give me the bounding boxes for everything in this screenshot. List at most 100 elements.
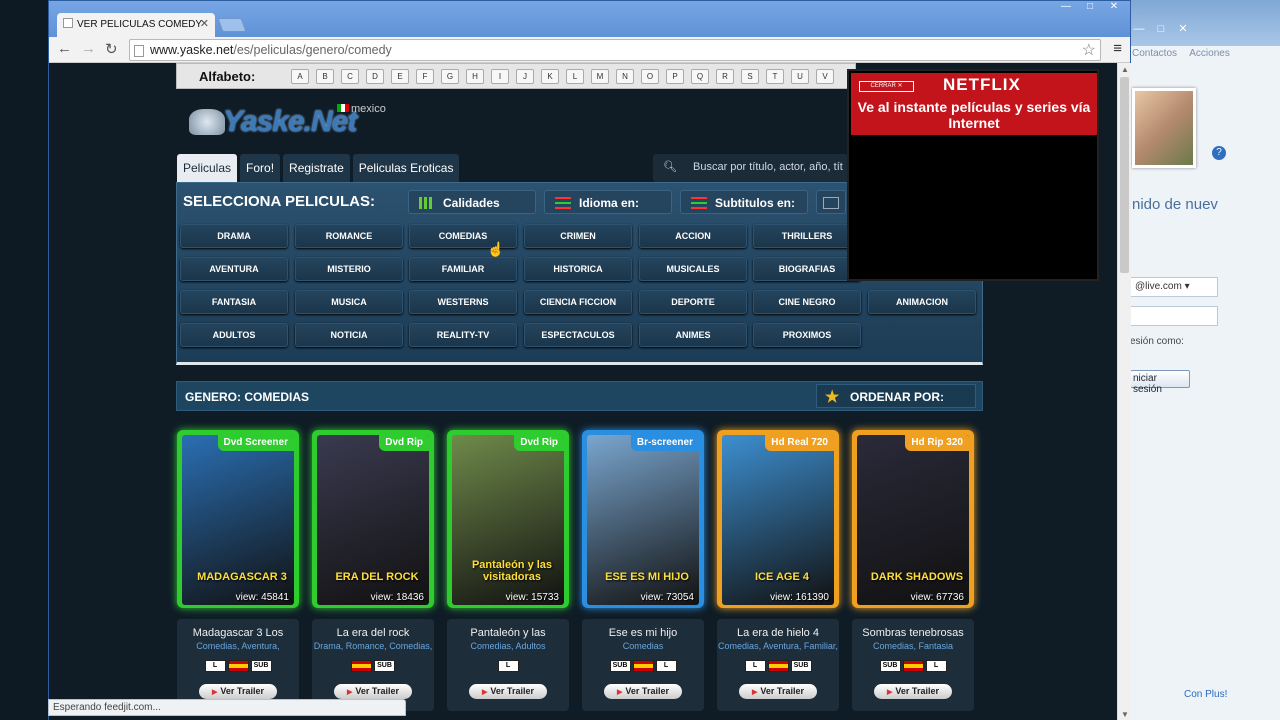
movie-title[interactable]: Madagascar 3 Los (177, 627, 299, 639)
letter-button[interactable]: P (666, 69, 684, 84)
filter-idioma[interactable]: Idioma en: (544, 190, 672, 214)
genre-familiar[interactable]: FAMILIAR (409, 257, 517, 281)
letter-button[interactable]: E (391, 69, 409, 84)
address-bar[interactable]: www.yaske.net/es/peliculas/genero/comedy… (129, 39, 1101, 61)
letter-button[interactable]: M (591, 69, 609, 84)
movie-card[interactable]: ESE ES MI HIJO Br-screener view: 73054 (582, 430, 704, 608)
trailer-button[interactable]: ▶ Ver Trailer (874, 684, 952, 699)
trailer-button[interactable]: ▶ Ver Trailer (334, 684, 412, 699)
site-logo[interactable]: Yaske.Net mexico (185, 99, 395, 145)
movie-genres[interactable]: Drama, Romance, Comedias, (312, 641, 434, 651)
genre-proximos[interactable]: PROXIMOS (753, 323, 861, 347)
genre-cine-negro[interactable]: CINE NEGRO (753, 290, 861, 314)
nav-foro[interactable]: Foro! (240, 154, 281, 182)
letter-button[interactable]: K (541, 69, 559, 84)
letter-button[interactable]: O (641, 69, 659, 84)
movie-title[interactable]: La era del rock (312, 627, 434, 639)
movie-genres[interactable]: Comedias, Fantasia (852, 641, 974, 651)
letter-button[interactable]: B (316, 69, 334, 84)
bookmark-star-icon[interactable]: ☆ (1082, 40, 1096, 60)
letter-button[interactable]: G (441, 69, 459, 84)
avatar[interactable] (1132, 88, 1196, 168)
genre-adultos[interactable]: ADULTOS (180, 323, 288, 347)
movie-card[interactable]: Pantaleón y las visitadoras Dvd Rip view: … (447, 430, 569, 608)
trailer-button[interactable]: ▶ Ver Trailer (604, 684, 682, 699)
browser-tab[interactable]: VER PELICULAS COMEDY ✕ (57, 13, 215, 37)
forward-icon[interactable]: → (81, 40, 96, 57)
filter-calidades[interactable]: Calidades (408, 190, 536, 214)
movie-poster[interactable]: ICE AGE 4 (722, 435, 834, 605)
movie-card[interactable]: DARK SHADOWS Hd Rip 320 view: 67736 (852, 430, 974, 608)
movie-card[interactable]: ICE AGE 4 Hd Real 720 view: 161390 (717, 430, 839, 608)
movie-title[interactable]: Ese es mi hijo (582, 627, 704, 639)
reload-icon[interactable]: ↻ (105, 40, 118, 58)
letter-button[interactable]: C (341, 69, 359, 84)
letter-button[interactable]: D (366, 69, 384, 84)
scroll-up-icon[interactable]: ▲ (1121, 65, 1129, 74)
genre-animes[interactable]: ANIMES (639, 323, 747, 347)
genre-westerns[interactable]: WESTERNS (409, 290, 517, 314)
filter-more[interactable] (816, 190, 846, 214)
genre-reality-tv[interactable]: REALITY-TV (409, 323, 517, 347)
genre-musicales[interactable]: MUSICALES (639, 257, 747, 281)
netflix-ad[interactable]: CERRAR ✕ NETFLIX Ve al instante película… (847, 69, 1099, 281)
genre-fantasia[interactable]: FANTASIA (180, 290, 288, 314)
movie-title[interactable]: Sombras tenebrosas (852, 627, 974, 639)
minimize-icon[interactable]: — (1128, 23, 1150, 35)
scrollbar[interactable]: ▲ ▼ (1117, 63, 1131, 720)
letter-button[interactable]: I (491, 69, 509, 84)
email-field[interactable]: @live.com ▾ (1130, 277, 1218, 297)
password-field[interactable] (1130, 306, 1218, 326)
genre-noticia[interactable]: NOTICIA (295, 323, 403, 347)
genre-deporte[interactable]: DEPORTE (639, 290, 747, 314)
movie-card[interactable]: ERA DEL ROCK Dvd Rip view: 18436 (312, 430, 434, 608)
movie-poster[interactable]: MADAGASCAR 3 (182, 435, 294, 605)
letter-button[interactable]: N (616, 69, 634, 84)
movie-title[interactable]: Pantaleón y las (447, 627, 569, 639)
genre-misterio[interactable]: MISTERIO (295, 257, 403, 281)
nav-actions[interactable]: Acciones (1189, 48, 1230, 59)
genre-thrillers[interactable]: THRILLERS (753, 224, 861, 248)
letter-button[interactable]: J (516, 69, 534, 84)
help-icon[interactable]: ? (1212, 146, 1226, 160)
genre-animacion[interactable]: ANIMACION (868, 290, 976, 314)
nav-eroticas[interactable]: Peliculas Eroticas (352, 154, 460, 182)
menu-icon[interactable]: ≡ (1113, 40, 1122, 57)
genre-espectaculos[interactable]: ESPECTACULOS (524, 323, 632, 347)
movie-poster[interactable]: ERA DEL ROCK (317, 435, 429, 605)
nav-contacts[interactable]: Contactos (1132, 48, 1177, 59)
movie-poster[interactable]: Pantaleón y las visitadoras (452, 435, 564, 605)
minimize-icon[interactable]: — (1054, 1, 1078, 12)
genre-accion[interactable]: ACCION (639, 224, 747, 248)
back-icon[interactable]: ← (57, 40, 72, 57)
genre-romance[interactable]: ROMANCE (295, 224, 403, 248)
trailer-button[interactable]: ▶ Ver Trailer (199, 684, 277, 699)
letter-button[interactable]: L (566, 69, 584, 84)
letter-button[interactable]: U (791, 69, 809, 84)
letter-button[interactable]: A (291, 69, 309, 84)
genre-aventura[interactable]: AVENTURA (180, 257, 288, 281)
movie-title[interactable]: La era de hielo 4 (717, 627, 839, 639)
movie-genres[interactable]: Comedias (582, 641, 704, 651)
genre-ciencia-ficcion[interactable]: CIENCIA FICCION (524, 290, 632, 314)
genre-drama[interactable]: DRAMA (180, 224, 288, 248)
login-button[interactable]: niciar sesión (1130, 370, 1190, 395)
genre-biografias[interactable]: BIOGRAFIAS (753, 257, 861, 281)
new-tab-button[interactable] (217, 18, 247, 32)
scrollbar-thumb[interactable] (1120, 77, 1129, 273)
letter-button[interactable]: V (816, 69, 834, 84)
movie-genres[interactable]: Comedias, Aventura, Familiar, (717, 641, 839, 651)
maximize-icon[interactable]: □ (1150, 23, 1172, 35)
movie-poster[interactable]: DARK SHADOWS (857, 435, 969, 605)
con-plus-link[interactable]: Con Plus! (1184, 689, 1227, 700)
letter-button[interactable]: Q (691, 69, 709, 84)
trailer-button[interactable]: ▶ Ver Trailer (469, 684, 547, 699)
close-icon[interactable]: ✕ (1172, 22, 1194, 35)
search-input[interactable]: 🔍︎ Buscar por título, actor, año, tít (653, 154, 848, 182)
close-tab-icon[interactable]: ✕ (200, 17, 209, 30)
movie-genres[interactable]: Comedias, Adultos (447, 641, 569, 651)
movie-poster[interactable]: ESE ES MI HIJO (587, 435, 699, 605)
letter-button[interactable]: H (466, 69, 484, 84)
close-icon[interactable]: ✕ (1102, 1, 1126, 12)
ad-close-button[interactable]: CERRAR ✕ (859, 81, 914, 92)
